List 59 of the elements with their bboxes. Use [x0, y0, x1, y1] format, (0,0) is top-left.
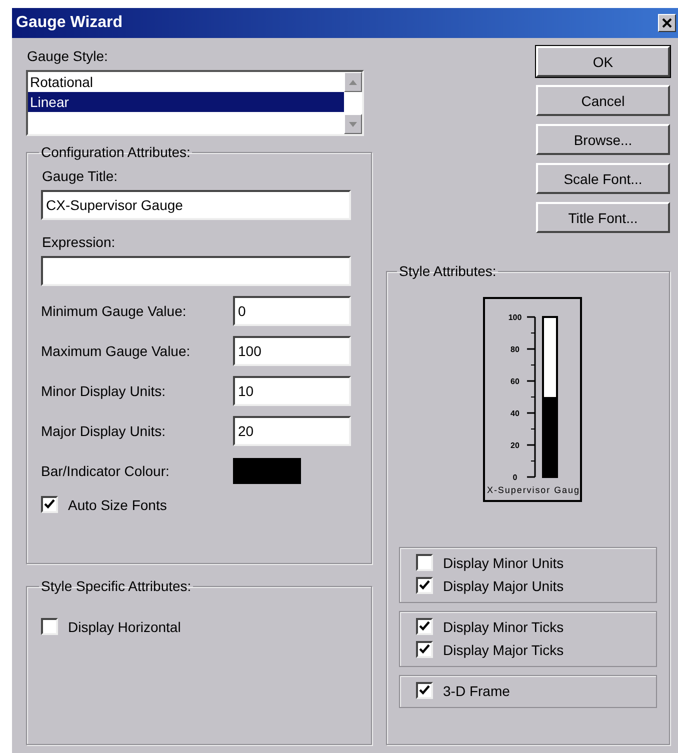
field-label: Expression:: [42, 234, 116, 250]
field-label: Minimum Gauge Value:: [41, 303, 188, 319]
list-item[interactable]: Rotational: [28, 72, 344, 92]
checkbox[interactable]: [416, 577, 433, 594]
window-title: Gauge Wizard: [16, 14, 123, 32]
up-arrow-icon: [349, 80, 357, 84]
checkbox[interactable]: [416, 641, 433, 658]
close-button[interactable]: [658, 14, 676, 32]
gauge-title-field[interactable]: CX-Supervisor Gauge: [41, 190, 351, 220]
close-icon: [661, 17, 673, 29]
value-field[interactable]: 100: [233, 336, 351, 366]
gauge-style-label: Gauge Style:: [27, 48, 109, 64]
auto-size-fonts-checkbox[interactable]: Auto Size Fonts: [41, 496, 357, 513]
field-label: Major Display Units:: [41, 423, 166, 439]
value-field[interactable]: 20: [233, 416, 351, 446]
dialog-button[interactable]: OK: [536, 46, 670, 77]
dialog-button[interactable]: Cancel: [536, 85, 670, 116]
field-label: Maximum Gauge Value:: [41, 343, 192, 359]
value-field[interactable]: 0: [233, 296, 351, 326]
scroll-up-button[interactable]: [344, 72, 362, 92]
dialog-button[interactable]: Browse...: [536, 124, 670, 155]
down-arrow-icon: [349, 122, 357, 126]
list-item[interactable]: Linear: [28, 92, 344, 112]
expression-field[interactable]: [41, 256, 351, 286]
check-icon: [419, 621, 430, 632]
gauge-caption: X-Supervisor Gaug: [487, 485, 579, 495]
option-checkbox[interactable]: 3-D Frame: [416, 682, 640, 699]
dialog-button[interactable]: Scale Font...: [536, 163, 670, 194]
tick-label: 0: [512, 473, 518, 482]
value-field[interactable]: 10: [233, 376, 351, 406]
tick-label: 80: [510, 345, 520, 354]
checkbox[interactable]: [41, 496, 58, 513]
option-checkbox[interactable]: Display Horizontal: [41, 618, 357, 635]
check-icon: [44, 499, 55, 510]
option-checkbox[interactable]: Display Major Units: [416, 577, 640, 594]
tick-label: 60: [510, 377, 520, 386]
checkbox[interactable]: [416, 682, 433, 699]
scroll-down-button[interactable]: [344, 114, 362, 134]
group-title: Configuration Attributes:: [40, 144, 192, 160]
group-title: Style Attributes:: [398, 263, 498, 279]
checkbox[interactable]: [416, 618, 433, 635]
colour-label: Bar/Indicator Colour:: [41, 463, 170, 479]
option-checkbox[interactable]: Display Minor Ticks: [416, 618, 640, 635]
tick-label: 20: [510, 441, 520, 450]
group-title: Style Specific Attributes:: [40, 578, 192, 594]
gauge-style-list[interactable]: Rotational Linear: [26, 70, 364, 136]
dialog-button[interactable]: Title Font...: [536, 202, 670, 233]
colour-swatch[interactable]: [233, 458, 301, 484]
check-icon: [419, 580, 430, 591]
tick-label: 40: [510, 409, 520, 418]
option-checkbox[interactable]: Display Minor Units: [416, 554, 640, 571]
check-icon: [419, 644, 430, 655]
check-icon: [419, 685, 430, 696]
checkbox[interactable]: [41, 618, 58, 635]
tick-label: 100: [508, 313, 522, 322]
option-checkbox[interactable]: Display Major Ticks: [416, 641, 640, 658]
field-label: Minor Display Units:: [41, 383, 166, 399]
field-label: Gauge Title:: [42, 168, 118, 184]
checkbox[interactable]: [416, 554, 433, 571]
